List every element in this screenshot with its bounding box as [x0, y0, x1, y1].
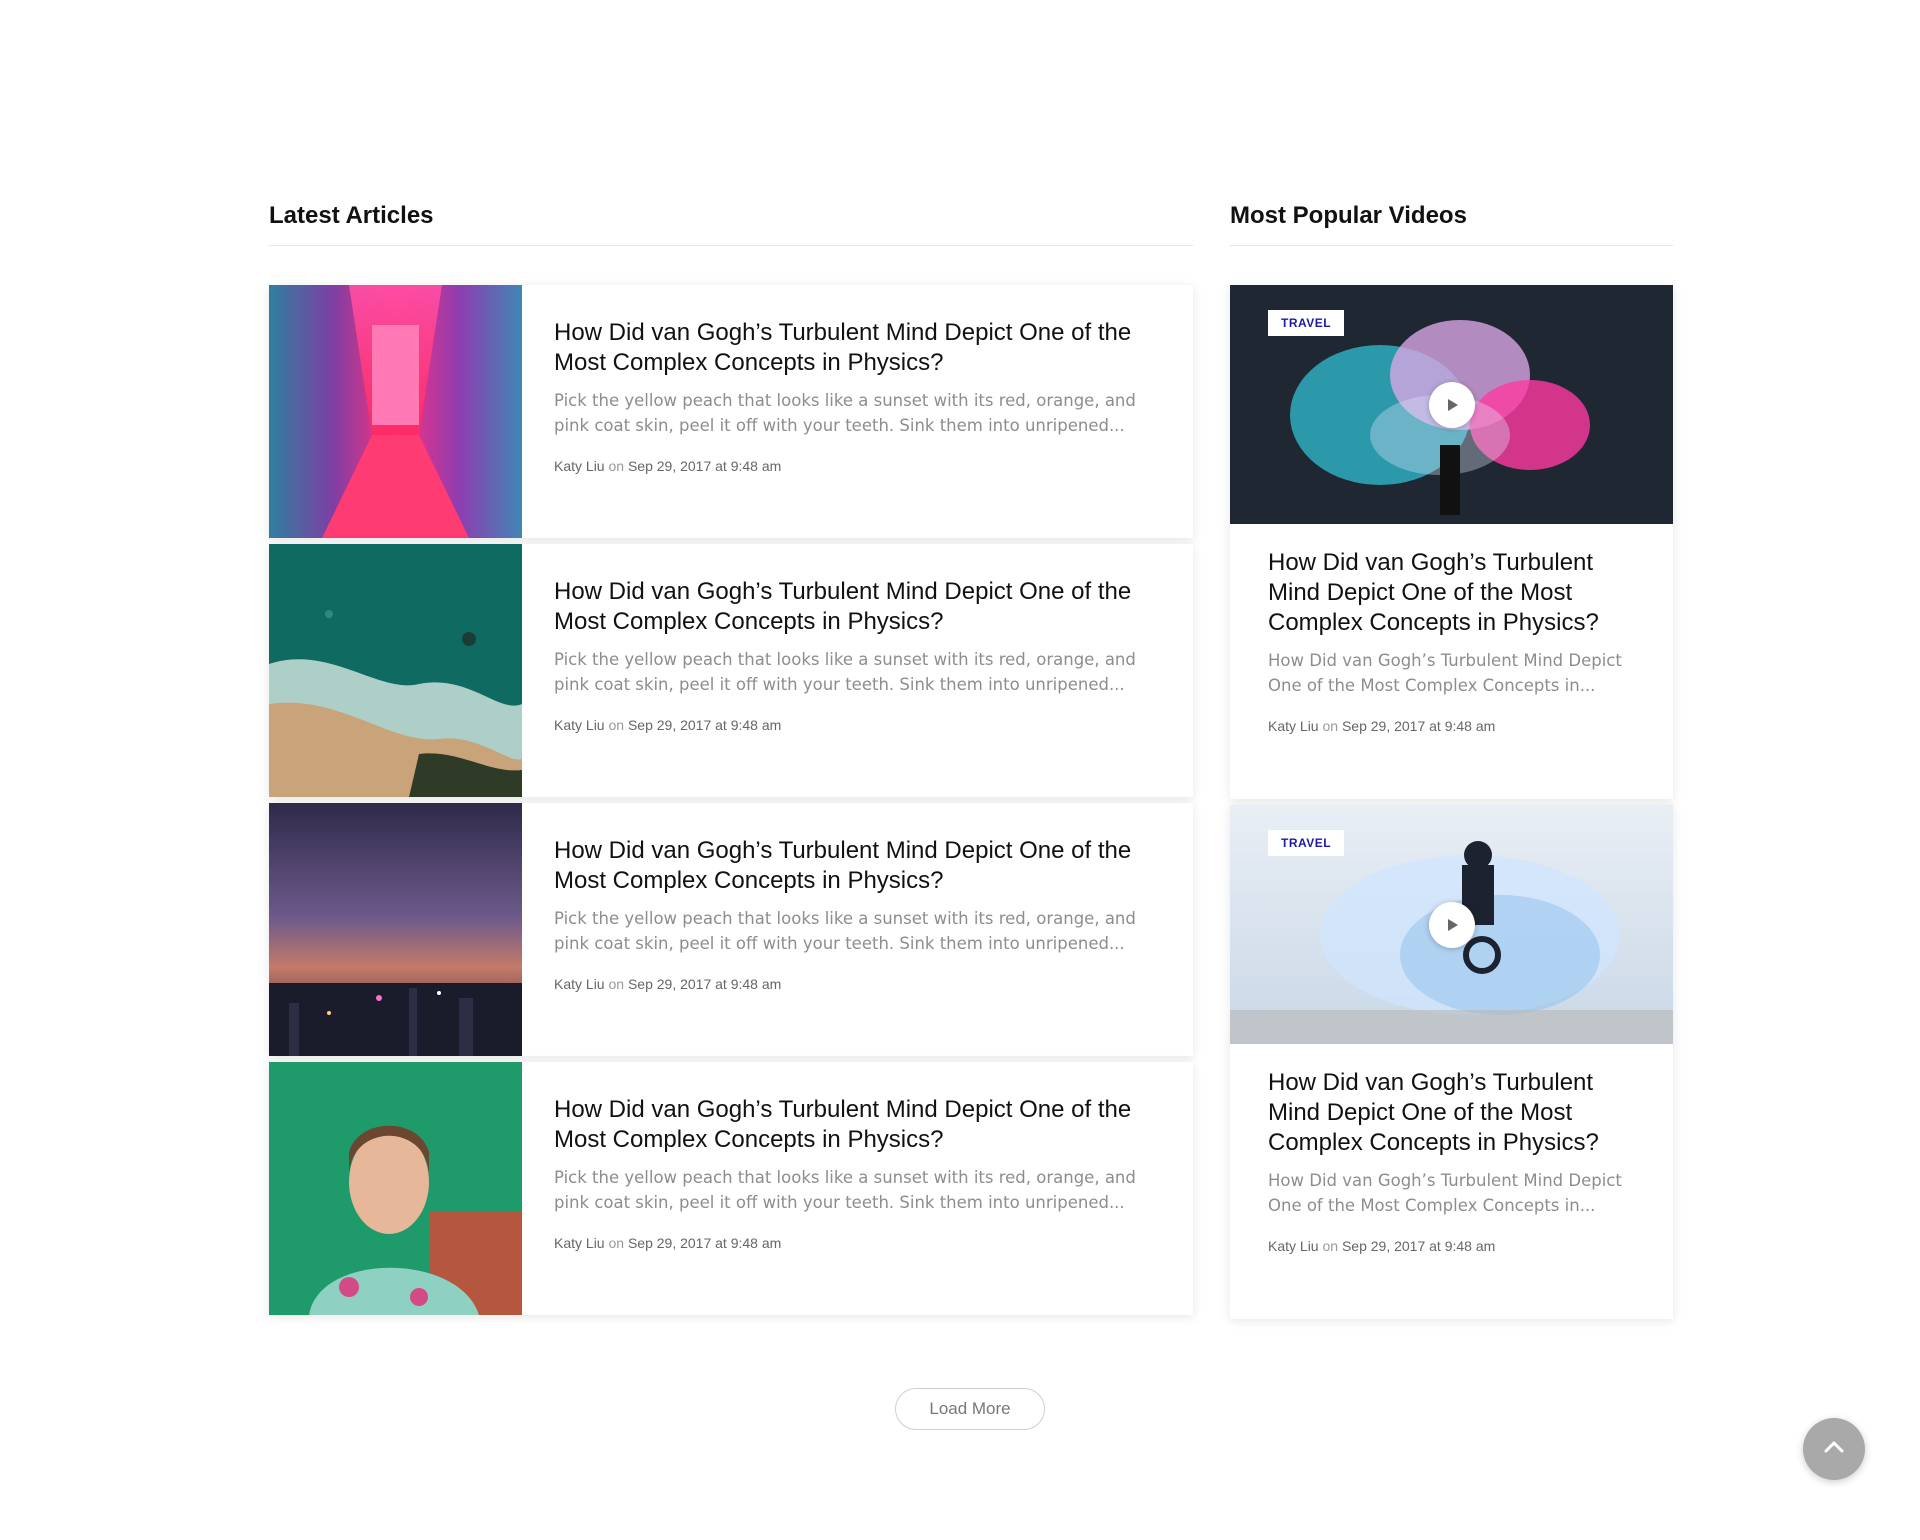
article-title[interactable]: How Did van Gogh’s Turbulent Mind Depict…	[554, 577, 1161, 637]
article-title[interactable]: How Did van Gogh’s Turbulent Mind Depict…	[554, 836, 1161, 896]
article-thumbnail-neon-corridor[interactable]	[269, 285, 522, 538]
article-card[interactable]: How Did van Gogh’s Turbulent Mind Depict…	[269, 1062, 1193, 1315]
video-author[interactable]: Katy Liu	[1268, 718, 1319, 734]
article-excerpt: Pick the yellow peach that looks like a …	[554, 650, 1136, 694]
video-date: Sep 29, 2017 at 9:48 am	[1341, 1238, 1496, 1254]
article-meta: Katy Liu on Sep 29, 2017 at 9:48 am	[554, 717, 1161, 733]
article-card[interactable]: How Did van Gogh’s Turbulent Mind Depict…	[269, 803, 1193, 1056]
play-icon[interactable]	[1428, 901, 1475, 948]
article-meta: Katy Liu on Sep 29, 2017 at 9:48 am	[554, 1235, 1161, 1251]
video-meta-on: on	[1322, 718, 1339, 734]
video-meta-on: on	[1322, 1238, 1339, 1254]
category-badge[interactable]: TRAVEL	[1268, 830, 1345, 856]
video-title[interactable]: How Did van Gogh’s Turbulent Mind Depict…	[1268, 548, 1635, 638]
video-excerpt: How Did van Gogh’s Turbulent Mind Depict…	[1268, 1171, 1622, 1215]
article-title[interactable]: How Did van Gogh’s Turbulent Mind Depict…	[554, 1095, 1161, 1155]
popular-videos-heading: Most Popular Videos	[1230, 202, 1467, 229]
article-title[interactable]: How Did van Gogh’s Turbulent Mind Depict…	[554, 318, 1161, 378]
video-excerpt: How Did van Gogh’s Turbulent Mind Depict…	[1268, 651, 1622, 695]
article-author[interactable]: Katy Liu	[554, 976, 605, 992]
article-meta: Katy Liu on Sep 29, 2017 at 9:48 am	[554, 458, 1161, 474]
article-meta-on: on	[608, 976, 625, 992]
video-card[interactable]: TRAVEL How Did van Gogh’s Turbulent Mind…	[1230, 805, 1673, 1319]
video-card[interactable]: TRAVEL How Did van Gogh’s Turbulent Mind…	[1230, 285, 1673, 799]
article-date: Sep 29, 2017 at 9:48 am	[627, 458, 782, 474]
back-to-top-button[interactable]	[1803, 1418, 1865, 1480]
article-meta-on: on	[608, 1235, 625, 1251]
load-more-button[interactable]: Load More	[895, 1388, 1045, 1430]
video-author[interactable]: Katy Liu	[1268, 1238, 1319, 1254]
article-meta-on: on	[608, 717, 625, 733]
article-thumbnail-woman-portrait[interactable]	[269, 1062, 522, 1315]
article-excerpt: Pick the yellow peach that looks like a …	[554, 1168, 1136, 1212]
latest-articles-heading: Latest Articles	[269, 202, 434, 229]
chevron-up-icon	[1821, 1434, 1847, 1465]
article-author[interactable]: Katy Liu	[554, 1235, 605, 1251]
article-thumbnail-night-city[interactable]	[269, 803, 522, 1056]
popular-videos-list: TRAVEL How Did van Gogh’s Turbulent Mind…	[1230, 285, 1673, 1325]
category-badge[interactable]: TRAVEL	[1268, 310, 1345, 336]
latest-articles-divider	[269, 245, 1193, 246]
article-card[interactable]: How Did van Gogh’s Turbulent Mind Depict…	[269, 285, 1193, 538]
article-date: Sep 29, 2017 at 9:48 am	[627, 976, 782, 992]
article-date: Sep 29, 2017 at 9:48 am	[627, 1235, 782, 1251]
video-thumbnail-bmx-jump[interactable]: TRAVEL	[1230, 805, 1673, 1044]
article-author[interactable]: Katy Liu	[554, 458, 605, 474]
article-excerpt: Pick the yellow peach that looks like a …	[554, 391, 1136, 435]
article-excerpt: Pick the yellow peach that looks like a …	[554, 909, 1136, 953]
article-meta: Katy Liu on Sep 29, 2017 at 9:48 am	[554, 976, 1161, 992]
article-date: Sep 29, 2017 at 9:48 am	[627, 717, 782, 733]
video-thumbnail-color-smoke[interactable]: TRAVEL	[1230, 285, 1673, 524]
article-meta-on: on	[608, 458, 625, 474]
video-meta: Katy Liu on Sep 29, 2017 at 9:48 am	[1268, 1238, 1635, 1254]
popular-videos-divider	[1230, 245, 1673, 246]
article-thumbnail-aerial-coast[interactable]	[269, 544, 522, 797]
play-icon[interactable]	[1428, 381, 1475, 428]
video-meta: Katy Liu on Sep 29, 2017 at 9:48 am	[1268, 718, 1635, 734]
video-title[interactable]: How Did van Gogh’s Turbulent Mind Depict…	[1268, 1068, 1635, 1158]
article-author[interactable]: Katy Liu	[554, 717, 605, 733]
latest-articles-list: How Did van Gogh’s Turbulent Mind Depict…	[269, 285, 1193, 1321]
article-card[interactable]: How Did van Gogh’s Turbulent Mind Depict…	[269, 544, 1193, 797]
video-date: Sep 29, 2017 at 9:48 am	[1341, 718, 1496, 734]
